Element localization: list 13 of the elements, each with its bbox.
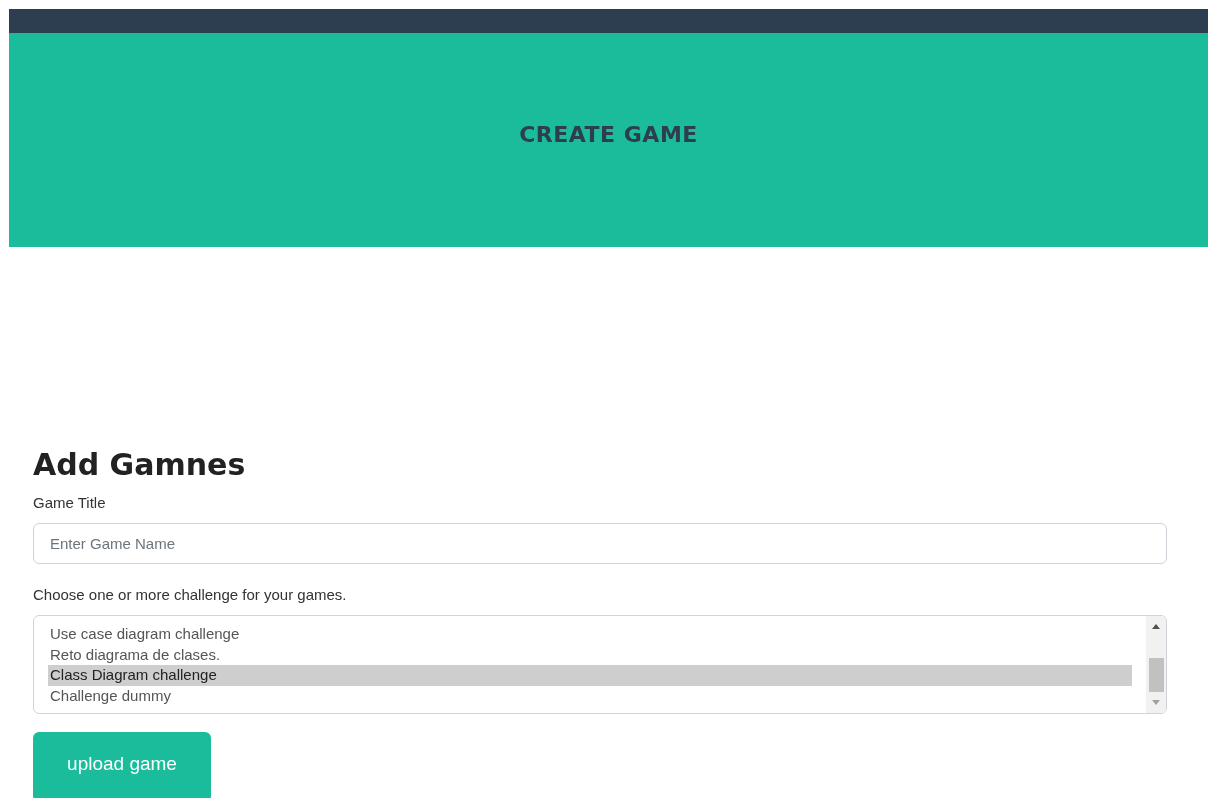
challenge-listbox[interactable]: Use case diagram challenge Reto diagrama de clases. Class Diagram challenge Challenge dummy: [33, 615, 1167, 714]
scroll-up-icon[interactable]: [1152, 624, 1160, 629]
game-title-field[interactable]: Enter Game Name: [33, 523, 1167, 564]
list-option[interactable]: Use case diagram challenge: [48, 624, 1132, 645]
field-label: Game Title: [33, 494, 107, 511]
list-option[interactable]: Reto diagrama de clases.: [48, 644, 1132, 665]
scrollbar[interactable]: [1146, 616, 1166, 713]
list-option[interactable]: Class Diagram challenge: [48, 665, 1132, 686]
scroll-down-icon[interactable]: [1152, 700, 1160, 705]
form-heading: Add Gamnes: [33, 447, 247, 482]
field-label: Choose one or more challenge for your games.: [33, 586, 348, 603]
page-title: CREATE GAME: [519, 121, 698, 147]
list-option[interactable]: Challenge dummy: [48, 685, 1132, 706]
